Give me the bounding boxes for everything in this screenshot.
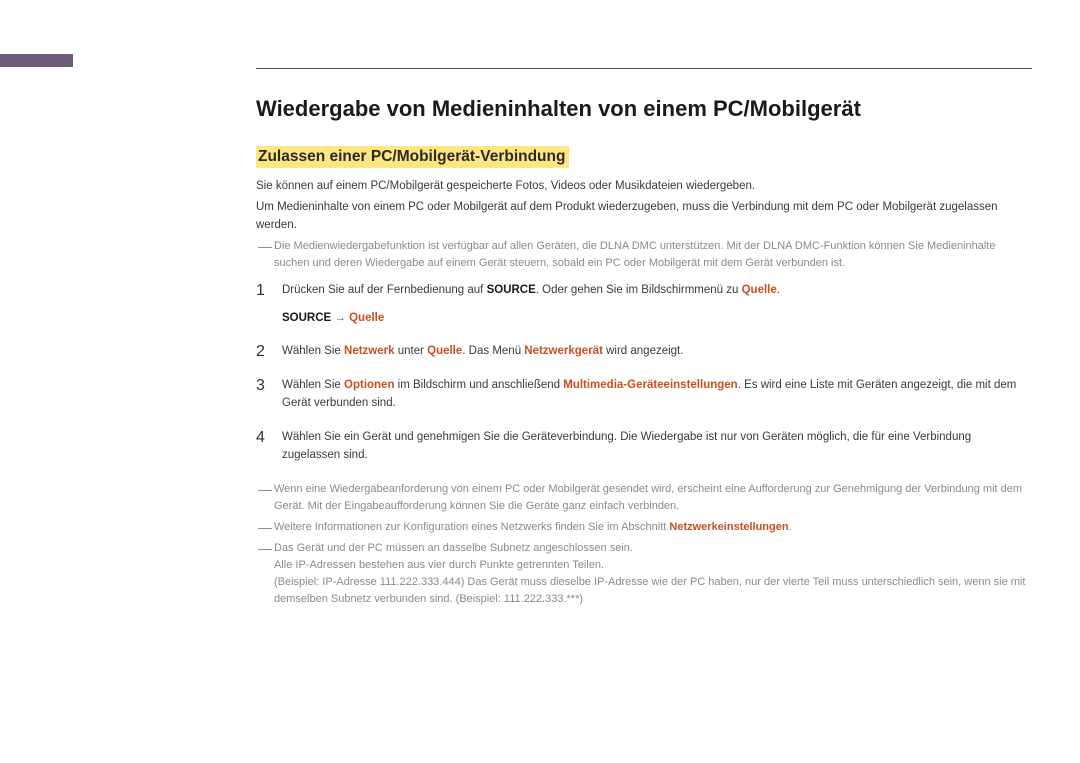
note-line: Das Gerät und der PC müssen an dasselbe … — [274, 540, 1032, 557]
highlight-text: Netzwerkeinstellungen — [669, 521, 788, 533]
highlight-text: Quelle — [742, 284, 777, 296]
text: . Oder gehen Sie im Bildschirmmenü zu — [536, 284, 742, 296]
intro-paragraph-2: Um Medieninhalte von einem PC oder Mobil… — [256, 199, 1032, 234]
step-4: 4 Wählen Sie ein Gerät und genehmigen Si… — [256, 429, 1032, 465]
note-text: Weitere Informationen zur Konfiguration … — [274, 519, 1032, 536]
dash-icon: ― — [256, 481, 274, 498]
note-item: ― Die Medienwiedergabefunktion ist verfü… — [256, 238, 1032, 272]
footer-note-list: ― Wenn eine Wiedergabeanforderung von ei… — [256, 481, 1032, 608]
note-item: ― Weitere Informationen zur Konfiguratio… — [256, 519, 1032, 536]
step-3: 3 Wählen Sie Optionen im Bildschirm und … — [256, 377, 1032, 413]
text: Weitere Informationen zur Konfiguration … — [274, 521, 669, 533]
page-content: Wiedergabe von Medieninhalten von einem … — [256, 96, 1032, 612]
steps-list: 1 Drücken Sie auf der Fernbedienung auf … — [256, 282, 1032, 465]
text: . — [777, 284, 780, 296]
step-number: 2 — [256, 343, 282, 361]
step-number: 1 — [256, 282, 282, 300]
highlight-text: Optionen — [344, 379, 394, 391]
text: wird angezeigt. — [603, 345, 684, 357]
text: Wählen Sie — [282, 379, 344, 391]
highlight-text: Multimedia-Geräteeinstellungen — [563, 379, 737, 391]
note-text: Das Gerät und der PC müssen an dasselbe … — [274, 540, 1032, 608]
step-body: Drücken Sie auf der Fernbedienung auf SO… — [282, 282, 1032, 328]
path-quelle: Quelle — [349, 312, 384, 324]
menu-path: SOURCE → Quelle — [282, 310, 1032, 328]
text: . Das Menü — [462, 345, 524, 357]
note-line: Alle IP-Adressen bestehen aus vier durch… — [274, 557, 1032, 574]
arrow-icon: → — [331, 312, 349, 324]
step-1: 1 Drücken Sie auf der Fernbedienung auf … — [256, 282, 1032, 328]
text: im Bildschirm und anschließend — [394, 379, 563, 391]
bold-text: SOURCE — [487, 284, 536, 296]
text: unter — [395, 345, 428, 357]
side-tab-marker — [0, 54, 73, 67]
highlight-text: Netzwerk — [344, 345, 395, 357]
step-body: Wählen Sie ein Gerät und genehmigen Sie … — [282, 429, 1032, 465]
highlight-text: Quelle — [427, 345, 462, 357]
dash-icon: ― — [256, 540, 274, 557]
section-heading: Zulassen einer PC/Mobilgerät-Verbindung — [256, 146, 569, 168]
highlight-text: Netzwerkgerät — [524, 345, 603, 357]
text: Wählen Sie — [282, 345, 344, 357]
step-2: 2 Wählen Sie Netzwerk unter Quelle. Das … — [256, 343, 1032, 361]
text: . — [789, 521, 792, 533]
step-number: 4 — [256, 429, 282, 447]
path-source: SOURCE — [282, 312, 331, 324]
text: Drücken Sie auf der Fernbedienung auf — [282, 284, 487, 296]
top-note-list: ― Die Medienwiedergabefunktion ist verfü… — [256, 238, 1032, 272]
step-body: Wählen Sie Netzwerk unter Quelle. Das Me… — [282, 343, 1032, 361]
dash-icon: ― — [256, 238, 274, 255]
note-item: ― Wenn eine Wiedergabeanforderung von ei… — [256, 481, 1032, 515]
step-body: Wählen Sie Optionen im Bildschirm und an… — [282, 377, 1032, 413]
note-item: ― Das Gerät und der PC müssen an dasselb… — [256, 540, 1032, 608]
note-line: (Beispiel: IP-Adresse 111.222.333.444) D… — [274, 574, 1032, 608]
note-text: Die Medienwiedergabefunktion ist verfügb… — [274, 238, 1032, 272]
note-text: Wenn eine Wiedergabeanforderung von eine… — [274, 481, 1032, 515]
top-divider — [256, 68, 1032, 69]
page-title: Wiedergabe von Medieninhalten von einem … — [256, 96, 1032, 122]
intro-paragraph-1: Sie können auf einem PC/Mobilgerät gespe… — [256, 178, 1032, 195]
step-number: 3 — [256, 377, 282, 395]
dash-icon: ― — [256, 519, 274, 536]
